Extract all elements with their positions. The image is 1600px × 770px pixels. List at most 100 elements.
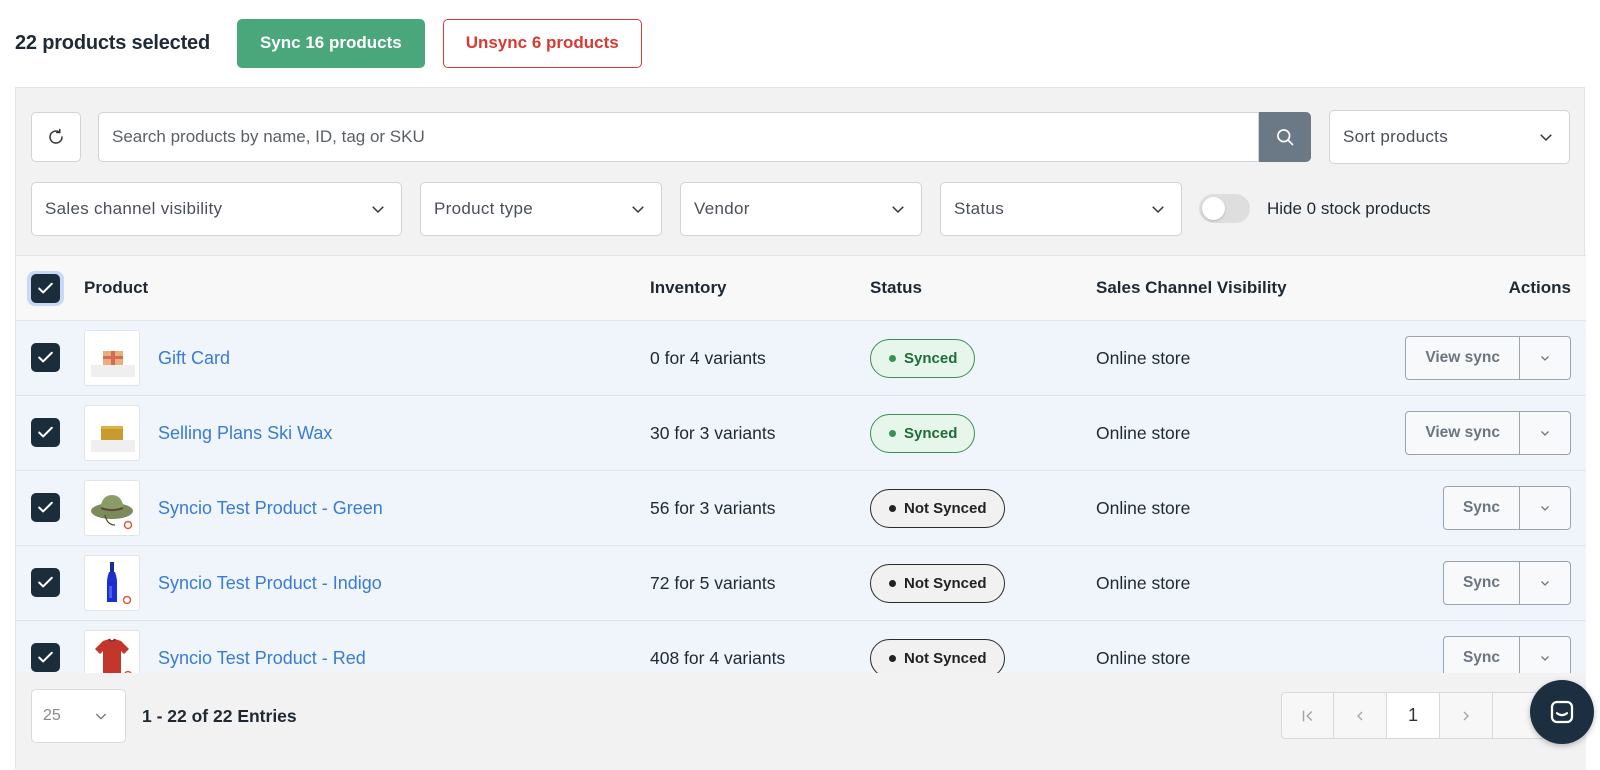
chevron-down-icon — [1541, 506, 1549, 511]
chevron-down-icon — [1540, 134, 1552, 142]
first-page-button[interactable] — [1281, 692, 1334, 739]
chevron-down-icon — [632, 206, 644, 214]
hide-zero-stock-control: Hide 0 stock products — [1199, 194, 1430, 223]
sort-select[interactable]: Sort products — [1329, 110, 1570, 164]
filter-label: Status — [954, 199, 1004, 218]
checkmark-icon — [38, 426, 53, 438]
inventory-value: 72 for 5 variants — [650, 573, 776, 593]
row-checkbox[interactable] — [31, 493, 60, 522]
product-thumbnail-gift-card[interactable] — [84, 330, 140, 386]
product-name-link[interactable]: Syncio Test Product - Green — [158, 471, 383, 545]
unsync-selected-button[interactable]: Unsync 6 products — [442, 18, 642, 68]
chat-launcher[interactable] — [1530, 680, 1594, 744]
chevron-down-icon — [1541, 356, 1549, 361]
header-inventory[interactable]: Inventory — [650, 278, 727, 298]
chevron-down-icon — [95, 713, 107, 720]
toggle-knob — [1202, 197, 1225, 220]
product-thumbnail-hat[interactable] — [84, 480, 140, 536]
filter-sales-channel-visibility[interactable]: Sales channel visibility — [31, 182, 402, 236]
status-badge-label: Not Synced — [904, 650, 987, 667]
sales-channel-value: Online store — [1096, 498, 1191, 518]
checkmark-icon — [38, 576, 53, 588]
row-checkbox[interactable] — [31, 418, 60, 447]
refresh-button[interactable] — [31, 112, 81, 162]
inventory-value: 30 for 3 variants — [650, 423, 776, 443]
status-badge: Not Synced — [870, 564, 1005, 603]
row-actions: View sync — [1405, 336, 1571, 380]
filter-label: Sales channel visibility — [45, 199, 223, 218]
row-checkbox[interactable] — [31, 643, 60, 672]
product-thumbnail-ski-wax[interactable] — [84, 405, 140, 461]
next-page-button[interactable] — [1440, 692, 1493, 739]
header-visibility[interactable]: Sales Channel Visibility — [1096, 278, 1287, 298]
products-table: Product Inventory Status Sales Channel V… — [16, 255, 1586, 696]
select-all-checkbox[interactable] — [31, 274, 60, 303]
inventory-value: 0 for 4 variants — [650, 348, 766, 368]
view-sync-button[interactable]: View sync — [1405, 411, 1520, 455]
filter-product-type[interactable]: Product type — [420, 182, 662, 236]
sales-channel-value: Online store — [1096, 573, 1191, 593]
row-checkbox[interactable] — [31, 343, 60, 372]
product-name-link[interactable]: Syncio Test Product - Indigo — [158, 546, 382, 620]
first-page-icon — [1302, 710, 1312, 721]
table-footer: 25 1 - 22 of 22 Entries 1 — [16, 673, 1586, 770]
row-actions: Sync — [1442, 486, 1571, 530]
header-product[interactable]: Product — [84, 278, 148, 298]
checkmark-icon — [38, 351, 53, 363]
product-thumbnail-bottle[interactable] — [84, 555, 140, 611]
sales-channel-value: Online store — [1096, 423, 1191, 443]
product-name-link[interactable]: Selling Plans Ski Wax — [158, 396, 332, 470]
chevron-down-icon — [372, 206, 384, 214]
row-actions-dropdown[interactable] — [1520, 336, 1571, 380]
table-row: Syncio Test Product - Green 56 for 3 var… — [16, 471, 1586, 546]
chevron-down-icon — [1152, 206, 1164, 214]
chevron-right-icon — [1463, 711, 1469, 720]
search-input[interactable] — [98, 112, 1259, 162]
pagination: 1 — [1281, 692, 1543, 739]
table-row: Selling Plans Ski Wax 30 for 3 variants … — [16, 396, 1586, 471]
chevron-down-icon — [1541, 581, 1549, 586]
row-actions-dropdown[interactable] — [1520, 486, 1571, 530]
sales-channel-value: Online store — [1096, 348, 1191, 368]
row-actions: View sync — [1405, 411, 1571, 455]
status-badge-label: Not Synced — [904, 575, 987, 592]
table-row: Syncio Test Product - Indigo 72 for 5 va… — [16, 546, 1586, 621]
filter-label: Vendor — [694, 199, 750, 218]
sync-button[interactable]: Sync — [1442, 561, 1520, 605]
filter-status[interactable]: Status — [940, 182, 1182, 236]
chevron-down-icon — [892, 206, 904, 214]
table-row: Gift Card 0 for 4 variants Synced Online… — [16, 321, 1586, 396]
chevron-left-icon — [1357, 711, 1363, 720]
chat-icon — [1550, 700, 1574, 724]
sort-select-label: Sort products — [1343, 127, 1449, 146]
row-actions-dropdown[interactable] — [1520, 411, 1571, 455]
table-header: Product Inventory Status Sales Channel V… — [16, 256, 1586, 321]
product-name-link[interactable]: Gift Card — [158, 321, 230, 395]
filter-vendor[interactable]: Vendor — [680, 182, 922, 236]
bulk-action-bar: 22 products selected Sync 16 products Un… — [15, 18, 642, 68]
per-page-select[interactable]: 25 — [31, 689, 126, 743]
view-sync-button[interactable]: View sync — [1405, 336, 1520, 380]
status-badge-label: Synced — [904, 350, 958, 367]
page-number-button[interactable]: 1 — [1387, 692, 1440, 739]
search-button[interactable] — [1259, 112, 1311, 162]
sync-selected-button[interactable]: Sync 16 products — [236, 18, 425, 68]
products-panel: Sort products Sales channel visibility P… — [15, 87, 1586, 770]
header-status[interactable]: Status — [870, 278, 922, 298]
checkmark-icon — [38, 651, 53, 663]
checkmark-icon — [38, 501, 53, 513]
row-checkbox[interactable] — [31, 568, 60, 597]
status-badge-label: Synced — [904, 425, 958, 442]
entries-summary: 1 - 22 of 22 Entries — [142, 706, 297, 726]
sync-button[interactable]: Sync — [1442, 486, 1520, 530]
row-actions-dropdown[interactable] — [1520, 561, 1571, 605]
chevron-down-icon — [1541, 431, 1549, 436]
header-actions: Actions — [1508, 278, 1571, 297]
hide-zero-stock-label: Hide 0 stock products — [1267, 198, 1431, 218]
status-badge: Synced — [870, 414, 976, 453]
previous-page-button[interactable] — [1334, 692, 1387, 739]
row-actions: Sync — [1442, 561, 1571, 605]
refresh-icon — [49, 128, 63, 144]
hide-zero-stock-toggle[interactable] — [1199, 194, 1250, 223]
inventory-value: 56 for 3 variants — [650, 498, 776, 518]
